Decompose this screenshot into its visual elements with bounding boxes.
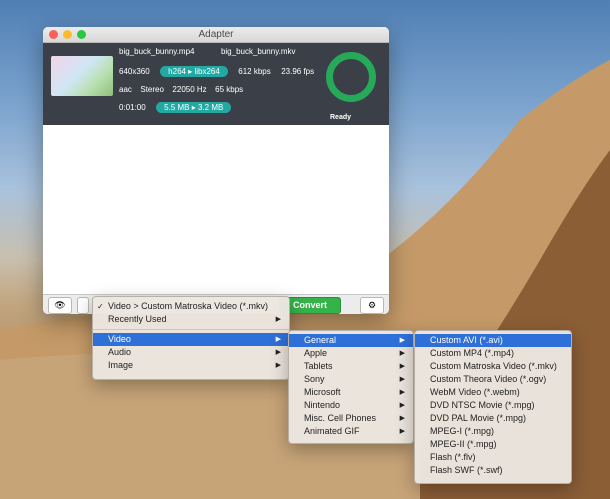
status-label: Ready [330, 114, 352, 121]
format-item-custom-mkv[interactable]: Custom Matroska Video (*.mkv) [415, 360, 571, 373]
codec-out: libx264 [194, 67, 220, 76]
chevron-right-icon: ▶ [399, 376, 405, 383]
eye-icon: 👁 [54, 300, 66, 310]
menu-item-label: Video > Custom Matroska Video (*.mkv) [108, 301, 268, 311]
format-item-mpeg2[interactable]: MPEG-II (*.mpg) [415, 438, 571, 451]
menu-item-label: Tablets [304, 361, 333, 371]
audio-info-row: aac Stereo 22050 Hz 65 kbps [119, 85, 243, 94]
size-pill: 5.5 MB ▸ 3.2 MB [156, 102, 232, 113]
menu-separator [93, 329, 289, 330]
format-menu: ✓ Video > Custom Matroska Video (*.mkv) … [92, 296, 290, 380]
audio-channels: Stereo [140, 85, 164, 94]
video-info-row: 640x360 h264 ▸ libx264 612 kbps 23.96 fp… [119, 66, 314, 77]
menu-item-label: Video [108, 334, 131, 344]
preview-button[interactable]: 👁 [48, 297, 72, 314]
general-submenu: Custom AVI (*.avi) Custom MP4 (*.mp4) Cu… [414, 330, 572, 484]
resolution: 640x360 [119, 67, 150, 76]
submenu-item-microsoft[interactable]: Microsoft ▶ [289, 386, 413, 399]
menu-item-label: Animated GIF [304, 426, 360, 436]
chevron-right-icon: ▶ [275, 316, 281, 323]
audio-rate: 22050 Hz [172, 85, 207, 94]
format-selector-button[interactable] [77, 297, 89, 314]
duration: 0:01:00 [119, 103, 146, 112]
format-item-custom-ogv[interactable]: Custom Theora Video (*.ogv) [415, 373, 571, 386]
menu-item-label: Audio [108, 347, 132, 357]
submenu-item-tablets[interactable]: Tablets ▶ [289, 360, 413, 373]
menu-item-label: Recently Used [108, 314, 167, 324]
chevron-right-icon: ▶ [275, 349, 281, 356]
close-button[interactable] [49, 30, 58, 39]
format-item-custom-mp4[interactable]: Custom MP4 (*.mp4) [415, 347, 571, 360]
menu-item-audio[interactable]: Audio ▶ [93, 346, 289, 359]
codec-pill: h264 ▸ libx264 [160, 66, 228, 77]
window-title: Adapter [198, 29, 234, 40]
submenu-item-apple[interactable]: Apple ▶ [289, 347, 413, 360]
conversion-item[interactable]: big_buck_bunny.mp4 big_buck_bunny.mkv 64… [43, 43, 389, 125]
menu-item-recently-used[interactable]: Recently Used ▶ [93, 313, 289, 326]
format-item-dvd-pal[interactable]: DVD PAL Movie (*.mpg) [415, 412, 571, 425]
menu-item-label: Image [108, 360, 134, 370]
output-filename: big_buck_bunny.mkv [220, 47, 296, 56]
fps: 23.96 fps [281, 67, 315, 76]
submenu-item-general[interactable]: General ▶ [289, 334, 413, 347]
chevron-right-icon: ▶ [399, 389, 405, 396]
gear-icon: ⚙ [367, 300, 377, 310]
title-bar: Adapter [43, 27, 389, 43]
chevron-right-icon: ▶ [399, 428, 405, 435]
input-filename: big_buck_bunny.mp4 [119, 47, 195, 56]
minimize-button[interactable] [63, 30, 72, 39]
format-item-mpeg1[interactable]: MPEG-I (*.mpg) [415, 425, 571, 438]
chevron-right-icon: ▶ [275, 336, 281, 343]
chevron-right-icon: ▶ [399, 415, 405, 422]
menu-item-label: Microsoft [304, 387, 341, 397]
maximize-button[interactable] [77, 30, 86, 39]
menu-item-current-format[interactable]: ✓ Video > Custom Matroska Video (*.mkv) [93, 300, 289, 313]
adapter-window: Adapter big_buck_bunny.mp4 big_buck_bunn… [43, 27, 389, 314]
video-submenu: General ▶ Apple ▶ Tablets ▶ Sony ▶ Microsoft… [288, 330, 414, 444]
checkmark-icon: ✓ [97, 302, 104, 311]
chevron-right-icon: ▶ [399, 350, 405, 357]
submenu-item-nintendo[interactable]: Nintendo ▶ [289, 399, 413, 412]
menu-item-image[interactable]: Image ▶ [93, 359, 289, 372]
progress-ring [326, 52, 376, 102]
menu-item-video[interactable]: Video ▶ [93, 333, 289, 346]
menu-item-label: Misc. Cell Phones [304, 413, 377, 423]
bitrate: 612 kbps [238, 67, 271, 76]
file-names-row: big_buck_bunny.mp4 big_buck_bunny.mkv [119, 47, 296, 56]
size-out: 3.2 MB [198, 103, 224, 112]
format-item-custom-avi[interactable]: Custom AVI (*.avi) [415, 334, 571, 347]
audio-codec: aac [119, 85, 132, 94]
submenu-item-animated-gif[interactable]: Animated GIF ▶ [289, 425, 413, 438]
chevron-right-icon: ▶ [399, 363, 405, 370]
settings-button[interactable]: ⚙ [360, 297, 384, 314]
audio-bitrate: 65 kbps [215, 85, 244, 94]
format-item-dvd-ntsc[interactable]: DVD NTSC Movie (*.mpg) [415, 399, 571, 412]
menu-item-label: Nintendo [304, 400, 341, 410]
chevron-right-icon: ▶ [399, 402, 405, 409]
video-thumbnail [51, 56, 113, 96]
chevron-right-icon: ▶ [275, 362, 281, 369]
submenu-item-misc-cell-phones[interactable]: Misc. Cell Phones ▶ [289, 412, 413, 425]
chevron-right-icon: ▶ [399, 337, 405, 344]
format-item-webm[interactable]: WebM Video (*.webm) [415, 386, 571, 399]
format-item-flash-swf[interactable]: Flash SWF (*.swf) [415, 464, 571, 477]
codec-in: h264 [168, 67, 186, 76]
size-in: 5.5 MB [164, 103, 190, 112]
submenu-item-sony[interactable]: Sony ▶ [289, 373, 413, 386]
size-info-row: 0:01:00 5.5 MB ▸ 3.2 MB [119, 102, 232, 113]
format-item-flash-flv[interactable]: Flash (*.flv) [415, 451, 571, 464]
menu-item-label: Apple [304, 348, 328, 358]
menu-item-label: Sony [304, 374, 325, 384]
menu-item-label: General [304, 335, 337, 345]
